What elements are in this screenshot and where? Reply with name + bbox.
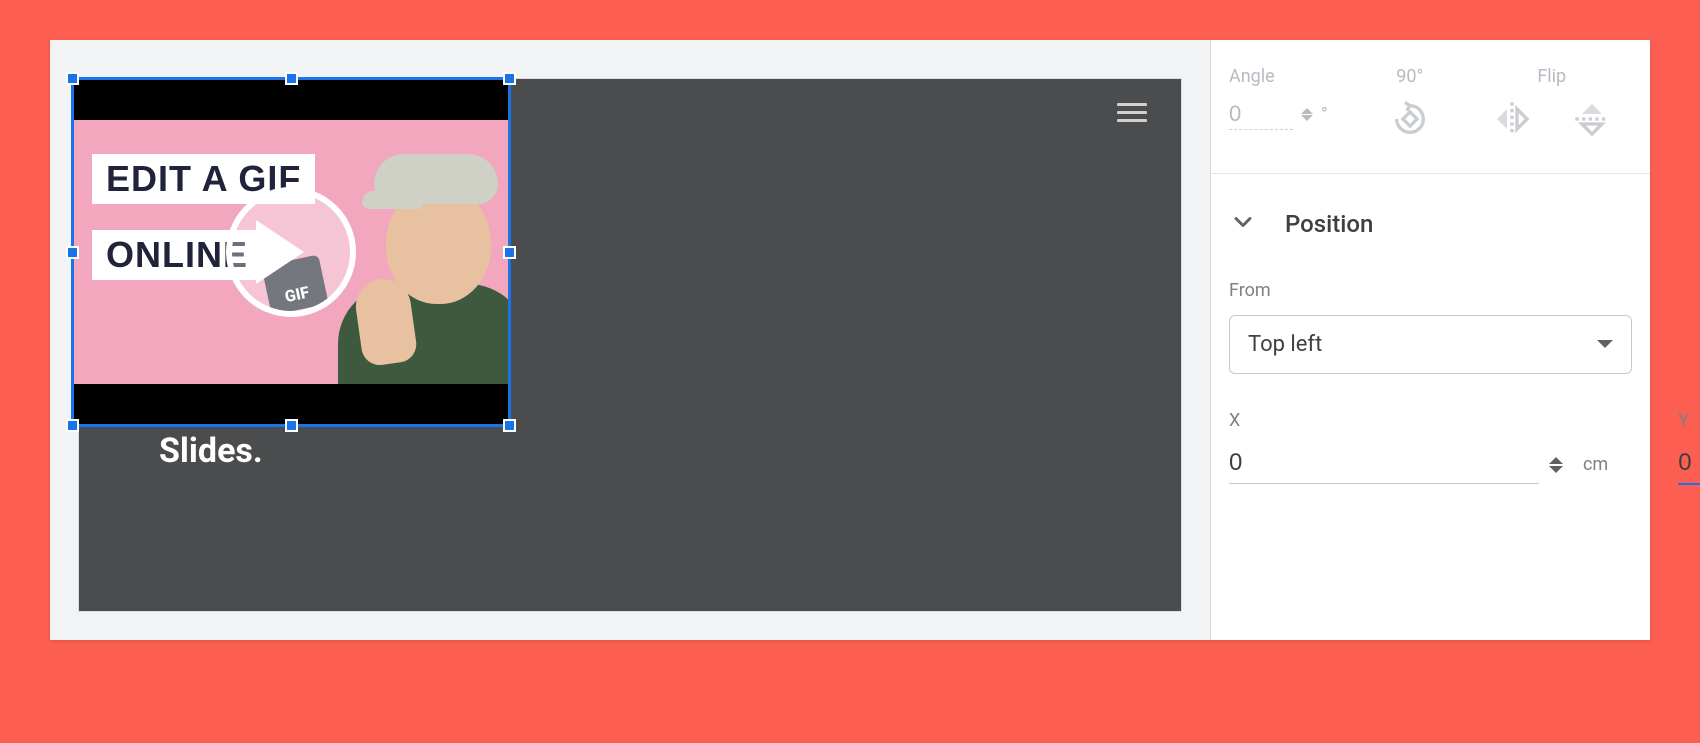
resize-handle-ne[interactable]: [503, 72, 516, 85]
y-label: Y: [1678, 410, 1700, 431]
resize-handle-nw[interactable]: [66, 72, 79, 85]
from-select[interactable]: Top left: [1229, 315, 1632, 374]
x-label: X: [1229, 410, 1608, 431]
slide[interactable]: Slides. EDIT A GIF ONLINE GIF: [78, 78, 1182, 612]
selected-video-object[interactable]: EDIT A GIF ONLINE GIF: [71, 77, 511, 427]
dropdown-caret-icon: [1597, 340, 1613, 356]
chevron-down-icon[interactable]: [1229, 208, 1257, 240]
rotate-90-icon[interactable]: [1390, 99, 1430, 139]
y-input[interactable]: [1678, 445, 1700, 485]
outer-frame: Slides. EDIT A GIF ONLINE GIF: [0, 0, 1700, 743]
format-sidebar: Angle ° 90°: [1210, 40, 1650, 640]
canvas-area: Slides. EDIT A GIF ONLINE GIF: [50, 40, 1210, 640]
position-section: Position From Top left X: [1211, 174, 1650, 509]
resize-handle-n[interactable]: [285, 72, 298, 85]
hamburger-icon[interactable]: [1117, 103, 1147, 122]
angle-stepper[interactable]: [1301, 102, 1313, 127]
x-unit: cm: [1583, 454, 1608, 475]
rotate-section: Angle ° 90°: [1211, 40, 1650, 174]
resize-handle-se[interactable]: [503, 419, 516, 432]
flip-label: Flip: [1537, 66, 1566, 87]
from-label: From: [1229, 280, 1632, 301]
degree-symbol: °: [1321, 104, 1328, 125]
resize-handle-s[interactable]: [285, 419, 298, 432]
flip-vertical-icon[interactable]: [1572, 99, 1612, 139]
flip-horizontal-icon[interactable]: [1492, 99, 1532, 139]
angle-label: Angle: [1229, 66, 1328, 87]
resize-handle-w[interactable]: [66, 246, 79, 259]
x-input[interactable]: [1229, 445, 1539, 484]
play-icon[interactable]: [226, 187, 356, 317]
angle-input[interactable]: [1229, 99, 1293, 130]
from-select-value: Top left: [1248, 332, 1322, 357]
x-stepper[interactable]: [1549, 450, 1563, 480]
resize-handle-e[interactable]: [503, 246, 516, 259]
video-thumbnail[interactable]: EDIT A GIF ONLINE GIF: [74, 80, 508, 424]
position-title: Position: [1285, 210, 1373, 238]
resize-handle-sw[interactable]: [66, 419, 79, 432]
app-window: Slides. EDIT A GIF ONLINE GIF: [50, 40, 1650, 640]
slide-caption: Slides.: [159, 429, 263, 473]
ninety-label: 90°: [1396, 66, 1423, 87]
